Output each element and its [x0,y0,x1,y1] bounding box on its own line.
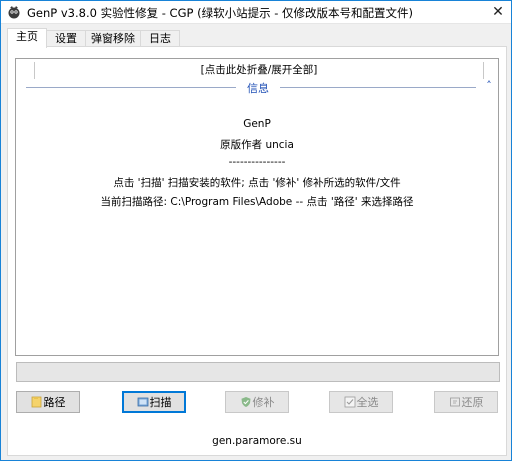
home-panel: [点击此处折叠/展开全部] 信息 ˄ GenP 原版作者 uncia -----… [7,46,507,456]
shield-check-icon [241,397,250,407]
tab-log[interactable]: 日志 [140,30,180,47]
title-bar[interactable]: GenP v3.8.0 实验性修复 - CGP (绿软小站提示 - 仅修改版本号… [1,1,511,24]
restore-button-label: 还原 [461,396,484,409]
window-title: GenP v3.8.0 实验性修复 - CGP (绿软小站提示 - 仅修改版本号… [27,6,414,20]
scan-button-label: 扫描 [149,396,172,409]
tab-log-label: 日志 [149,32,171,45]
restore-icon [449,397,460,407]
info-tree-view[interactable]: [点击此处折叠/展开全部] 信息 ˄ GenP 原版作者 uncia -----… [15,58,499,356]
select-all-button-label: 全选 [356,396,379,409]
info-separator: --------------- [228,156,286,168]
info-instructions: 点击 '扫描' 扫描安装的软件; 点击 '修补' 修补所选的软件/文件 [113,177,401,189]
section-divider-left [26,87,236,88]
info-app-name: GenP [243,118,271,130]
website-link[interactable]: gen.paramore.su [8,435,506,447]
close-icon: ✕ [492,4,504,20]
checkbox-icon [344,396,355,408]
scan-icon [137,397,148,407]
path-button-label: 路径 [43,396,66,409]
close-button[interactable]: ✕ [487,1,509,23]
chevron-up-icon[interactable]: ˄ [483,79,495,93]
section-divider-right [280,87,476,88]
select-all-button[interactable]: 全选 [329,391,393,413]
patch-button[interactable]: 修补 [225,391,289,413]
info-author: 原版作者 uncia [220,139,294,151]
tab-home[interactable]: 主页 [7,28,47,48]
restore-button[interactable]: 还原 [434,391,498,413]
tab-home-label: 主页 [16,30,38,43]
tab-popup-removal-label: 弹窗移除 [91,32,135,45]
patch-button-label: 修补 [252,396,275,409]
info-scan-path: 当前扫描路径: C:\Program Files\Adobe -- 点击 '路径… [100,196,414,208]
folder-icon [31,396,41,408]
path-button[interactable]: 路径 [16,391,80,413]
tab-popup-removal[interactable]: 弹窗移除 [85,30,141,47]
app-window: GenP v3.8.0 实验性修复 - CGP (绿软小站提示 - 仅修改版本号… [0,0,512,461]
tab-settings[interactable]: 设置 [46,30,86,47]
tab-settings-label: 设置 [55,32,77,45]
scan-button[interactable]: 扫描 [122,391,186,413]
progress-bar [16,362,500,382]
app-logo-icon [8,6,20,19]
collapse-all-toggle[interactable]: [点击此处折叠/展开全部] [34,62,484,79]
section-title-info: 信息 [236,80,280,96]
